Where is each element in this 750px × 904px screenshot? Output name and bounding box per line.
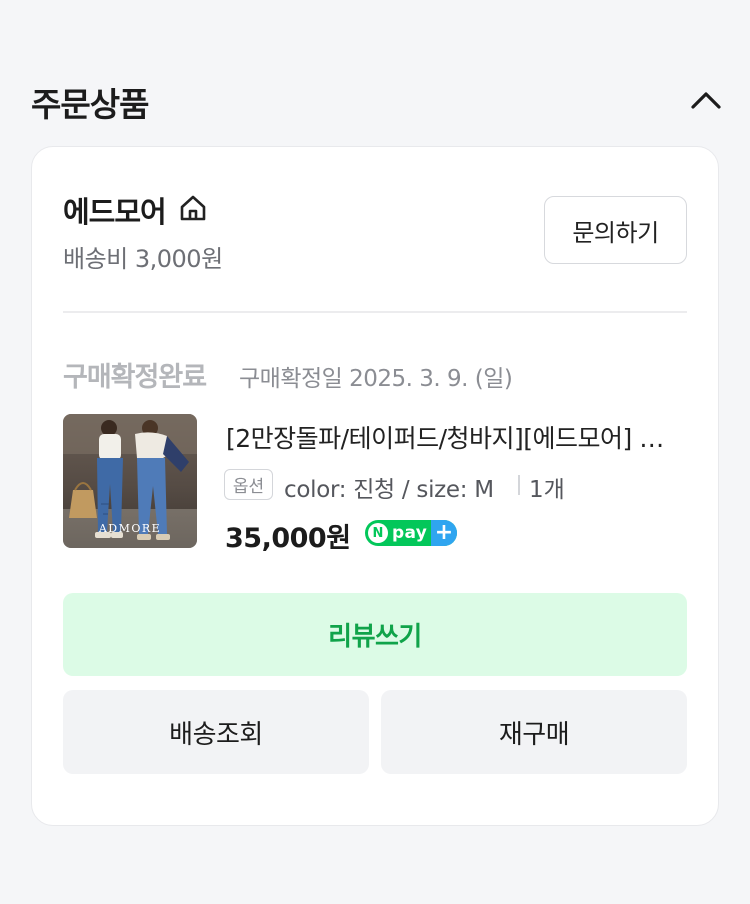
option-text: color: 진청 / size: M	[284, 477, 494, 503]
track-shipping-button[interactable]: 배송조회	[63, 690, 369, 774]
section-title: 주문상품	[31, 85, 149, 124]
quantity: 1개	[529, 477, 565, 503]
collapse-button[interactable]	[684, 78, 728, 122]
npay-badge: N pay +	[365, 520, 457, 546]
product-title[interactable]: [2만장돌파/테이퍼드/청바지][에드모어] 청바지	[226, 419, 686, 455]
npay-label: pay	[392, 523, 428, 543]
confirm-date: 구매확정일 2025. 3. 9. (일)	[239, 366, 513, 392]
inquiry-button[interactable]: 문의하기	[544, 196, 687, 264]
shipping-fee: 배송비 3,000원	[63, 245, 223, 273]
order-items-header: 주문상품	[0, 72, 750, 124]
chevron-up-icon	[691, 92, 721, 109]
plus-icon: +	[431, 520, 457, 546]
divider	[63, 311, 687, 313]
option-badge: 옵션	[224, 469, 273, 500]
thumb-brand-text: ADMORE	[98, 522, 161, 535]
reorder-button[interactable]: 재구매	[381, 690, 687, 774]
seller-name[interactable]: 에드모어	[63, 189, 167, 231]
npay-n-icon: N	[368, 523, 388, 543]
price: 35,000원	[225, 523, 351, 554]
product-thumbnail[interactable]: ADMORE	[63, 414, 197, 548]
option-separator	[518, 475, 520, 495]
product-photo: ADMORE	[63, 414, 197, 548]
home-icon[interactable]	[178, 193, 208, 223]
order-item-card: 에드모어 배송비 3,000원 문의하기 구매확정완료 구매확정일 2025. …	[31, 146, 719, 826]
write-review-button[interactable]: 리뷰쓰기	[63, 593, 687, 676]
order-status: 구매확정완료	[63, 362, 207, 393]
